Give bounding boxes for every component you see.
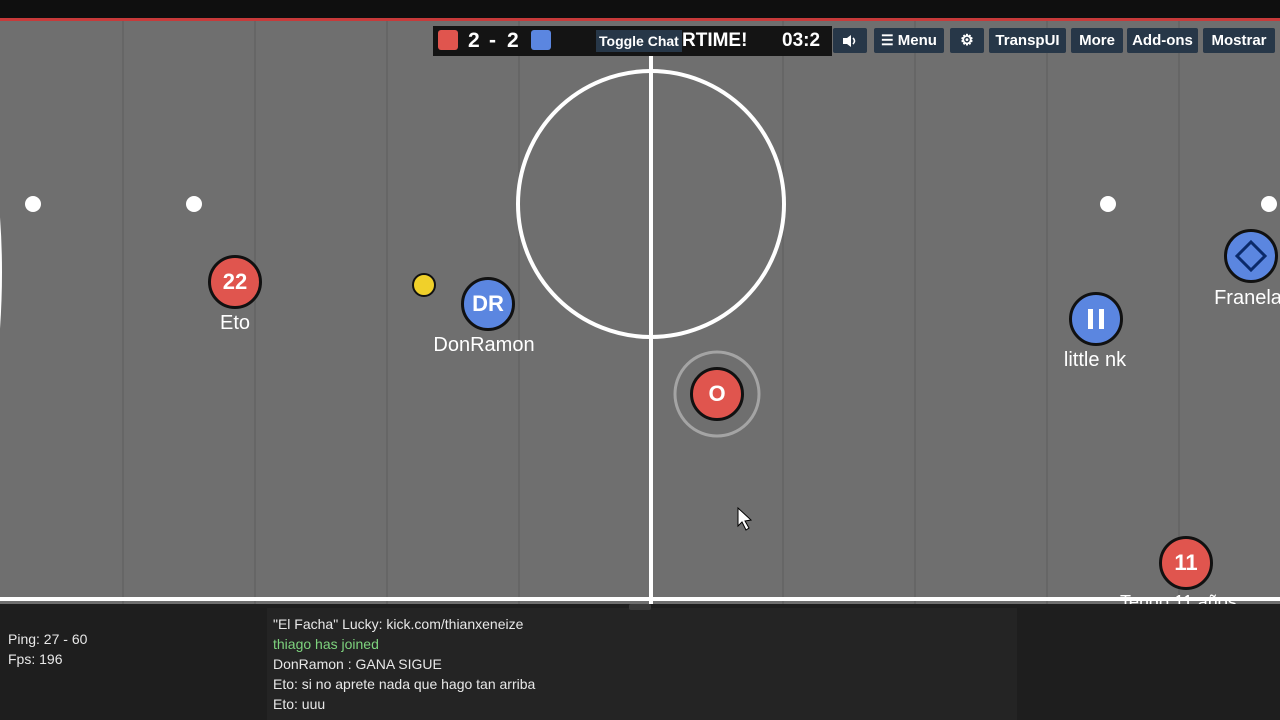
toggle-chat-button[interactable]: Toggle Chat xyxy=(596,30,682,52)
player-avatar xyxy=(1069,292,1123,346)
post-dot xyxy=(1261,196,1277,212)
chat-message: Eto: uuu xyxy=(273,696,326,712)
hamburger-icon: ☰ xyxy=(881,32,894,48)
blue-team-square xyxy=(531,30,551,50)
chat-message-join: thiago has joined xyxy=(273,636,379,652)
partial-chat-bubble-clip: Tengo 11 años xyxy=(1120,592,1260,604)
fps-stat: Fps: 196 xyxy=(8,651,63,667)
chat-message: Eto: si no aprete nada que hago tan arri… xyxy=(273,676,536,692)
top-strip xyxy=(0,0,1280,21)
post-dot xyxy=(25,196,41,212)
transpui-button[interactable]: TranspUI xyxy=(989,28,1066,53)
volume-button[interactable] xyxy=(833,28,867,53)
player-name: Franela xyxy=(1214,287,1280,309)
score-blue: 2 xyxy=(507,29,519,52)
diamond-icon xyxy=(1234,239,1268,273)
overtime-text: RTIME! xyxy=(682,30,748,51)
toggle-chat-clip: Toggle Chat xyxy=(596,30,684,52)
chat-resize-handle[interactable] xyxy=(629,604,651,610)
menu-label: Menu xyxy=(897,32,937,49)
player-avatar: 22 xyxy=(208,255,262,309)
menu-button[interactable]: ☰ Menu xyxy=(874,28,944,53)
gear-icon: ⚙ xyxy=(960,32,974,49)
chat-message: "El Facha" Lucky: kick.com/thianxeneize xyxy=(273,616,524,632)
score-red: 2 xyxy=(468,29,480,52)
post-dot xyxy=(186,196,202,212)
ball xyxy=(412,273,436,297)
pause-icon xyxy=(1088,309,1104,329)
post-dot xyxy=(1100,196,1116,212)
player-name: little nk xyxy=(1063,349,1127,371)
player-avatar: 11 xyxy=(1159,536,1213,590)
score-separator: - xyxy=(489,29,496,52)
player-avatar: DR xyxy=(461,277,515,331)
partial-chat-bubble: Tengo 11 años xyxy=(1120,592,1237,604)
red-team-square xyxy=(438,30,458,50)
player-avatar xyxy=(1224,229,1278,283)
chat-message: DonRamon : GANA SIGUE xyxy=(273,656,442,672)
cursor-icon xyxy=(737,506,753,531)
ping-stat: Ping: 27 - 60 xyxy=(8,631,88,647)
player-name: Eto xyxy=(219,312,251,334)
speaker-icon xyxy=(843,35,856,47)
player-avatar: O xyxy=(690,367,744,421)
addons-button[interactable]: Add-ons xyxy=(1127,28,1198,53)
player-name: DonRamon xyxy=(433,334,535,356)
game-timer: 03:2 xyxy=(782,30,821,51)
mostrar-button[interactable]: Mostrar xyxy=(1203,28,1275,53)
more-button[interactable]: More xyxy=(1071,28,1123,53)
settings-button[interactable]: ⚙ xyxy=(950,28,984,53)
